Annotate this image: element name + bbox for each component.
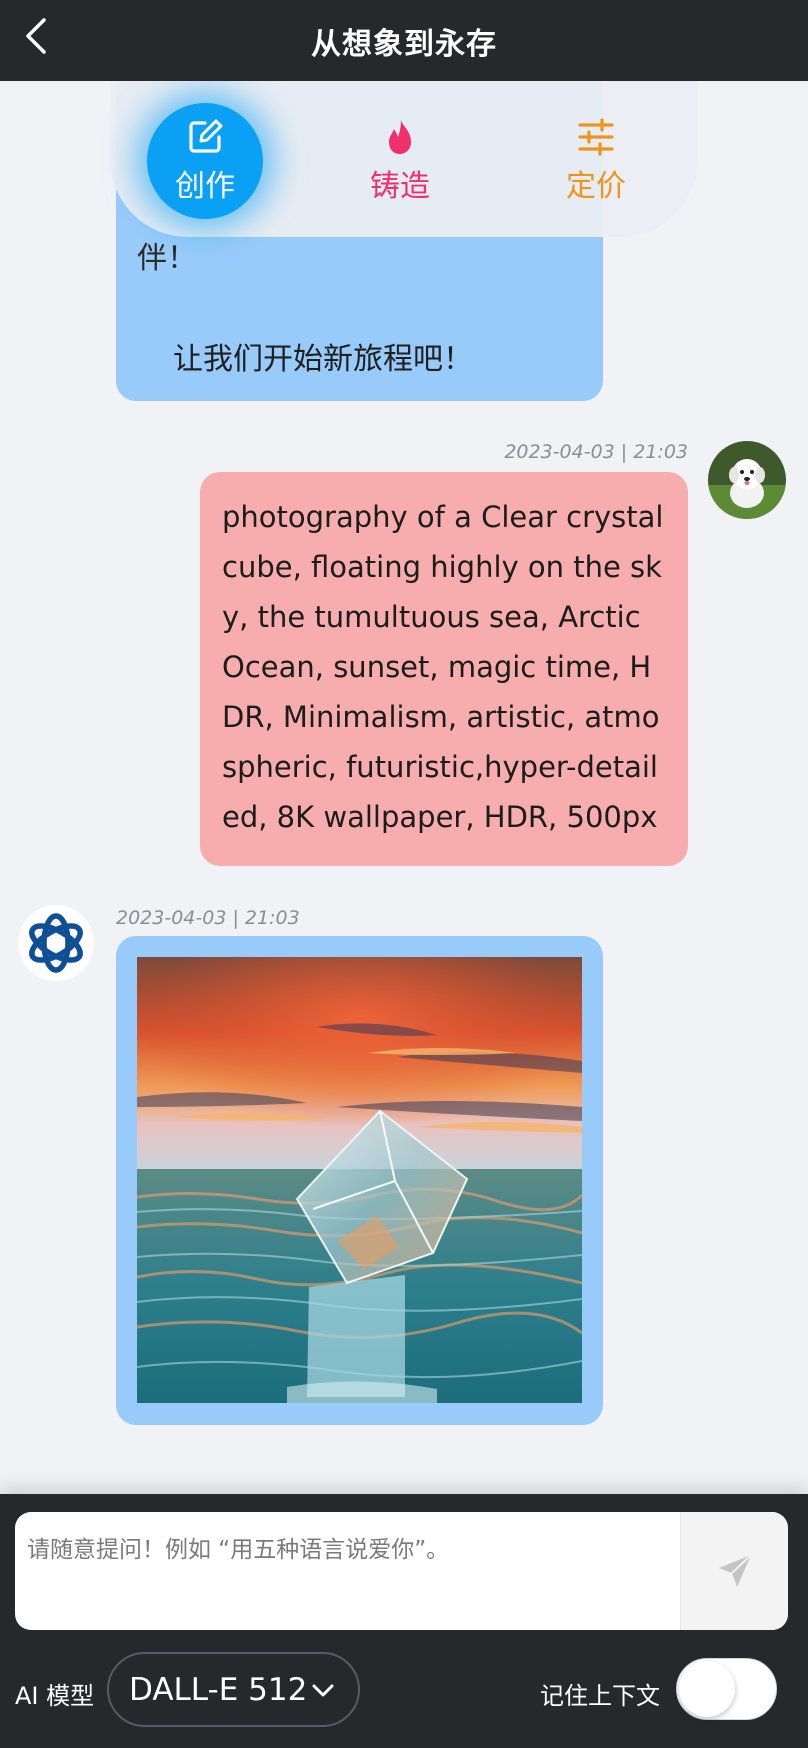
forge-button[interactable]: 铸造 <box>342 103 458 219</box>
message-input-box <box>15 1512 788 1630</box>
create-label: 创作 <box>175 169 235 204</box>
action-bar: 创作 铸造 定价 <box>110 81 698 237</box>
model-label: AI 模型 <box>15 1682 95 1710</box>
model-value: DALL-E 512 <box>129 1671 308 1708</box>
prompt-input[interactable] <box>15 1512 680 1630</box>
user-avatar[interactable] <box>708 441 786 519</box>
edit-icon <box>189 119 223 153</box>
forge-label: 铸造 <box>370 169 430 204</box>
pricing-label: 定价 <box>566 169 626 204</box>
message-timestamp: 2023-04-03 | 21:03 <box>504 441 688 463</box>
chevron-down-icon <box>312 1684 334 1697</box>
send-icon <box>718 1554 752 1587</box>
model-select[interactable]: DALL-E 512 <box>107 1652 360 1727</box>
send-button[interactable] <box>680 1512 788 1630</box>
message-text: 让我们开始新旅程吧！ <box>173 342 473 377</box>
chat-area[interactable]: 伴！ 让我们开始新旅程吧！ 创作 铸造 定价 2023-04-03 | 21:0… <box>0 81 808 1494</box>
toggle-knob <box>679 1661 735 1717</box>
pricing-button[interactable]: 定价 <box>538 103 654 219</box>
message-text: photography of a Clear crystal cube, flo… <box>222 500 664 834</box>
generated-image[interactable] <box>137 957 582 1403</box>
user-message-bubble: photography of a Clear crystal cube, flo… <box>200 472 688 866</box>
openai-logo-icon <box>18 905 94 981</box>
context-label: 记住上下文 <box>540 1682 660 1710</box>
back-arrow-icon[interactable] <box>18 16 58 56</box>
message-timestamp: 2023-04-03 | 21:03 <box>116 907 300 929</box>
ai-image-bubble <box>116 936 603 1425</box>
top-bar: 从想象到永存 <box>0 0 808 81</box>
create-button[interactable]: 创作 <box>147 103 263 219</box>
context-toggle[interactable] <box>676 1658 777 1720</box>
composer-bar: AI 模型 DALL-E 512 记住上下文 <box>0 1494 808 1748</box>
flame-icon <box>389 120 411 154</box>
sliders-icon <box>578 118 614 156</box>
message-text: 伴！ <box>137 241 197 276</box>
page-title: 从想象到永存 <box>311 26 497 62</box>
